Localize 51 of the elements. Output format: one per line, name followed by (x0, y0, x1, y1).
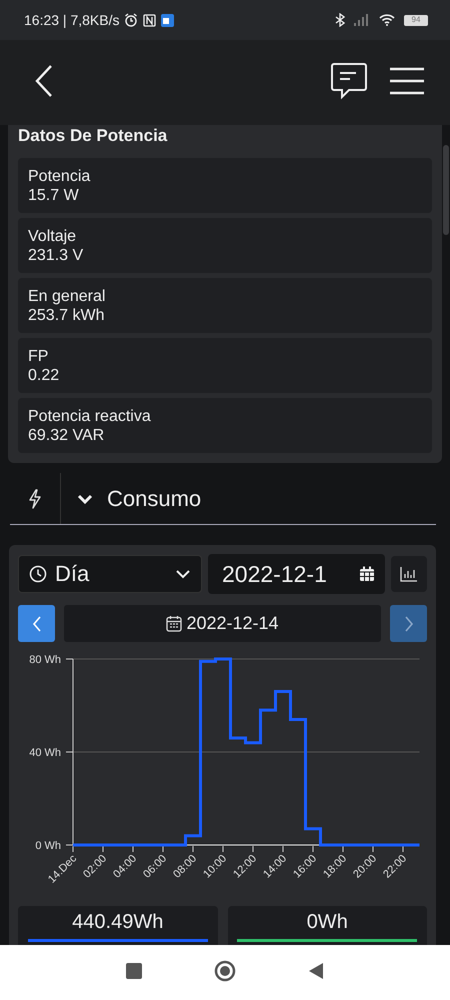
app-icon (161, 14, 174, 26)
bar-chart-icon (400, 566, 418, 582)
data-label: Voltaje (28, 227, 78, 246)
total-value: 0Wh (306, 911, 348, 934)
status-text: 16:23 | 7,8KB/s (24, 12, 120, 28)
alarm-icon (124, 13, 138, 27)
date-label: 2022-12-14 (186, 613, 279, 634)
data-value: 0.22 (28, 366, 60, 385)
section-title: Consumo (107, 486, 202, 512)
chevron-right-icon (404, 614, 414, 632)
data-label: Potencia (28, 167, 92, 186)
tick-mark (282, 846, 284, 852)
signal-icon (354, 14, 370, 26)
y-tick-label: 40 Wh (29, 747, 61, 759)
section-title: Datos De Potencia (18, 127, 168, 145)
tick-mark (132, 846, 134, 852)
data-value: 15.7 W (28, 186, 80, 205)
tick-mark (342, 846, 344, 852)
chevron-left-icon (32, 614, 42, 632)
data-value: 253.7 kWh (28, 306, 106, 325)
total-value: 440.49Wh (72, 911, 164, 934)
battery-icon: 94 (404, 14, 428, 26)
data-label: FP (28, 347, 50, 366)
chevron-icon[interactable] (77, 492, 93, 504)
tick-mark (102, 846, 104, 852)
clock-icon (29, 565, 47, 583)
calendar-icon (359, 566, 375, 582)
calendar-icon (166, 615, 182, 632)
tick-mark (66, 658, 74, 660)
tick-mark (252, 846, 254, 852)
tick-mark (162, 846, 164, 852)
period-select[interactable]: Día (18, 555, 202, 593)
caret-icon (175, 569, 191, 579)
y-tick-label: 0 Wh (35, 840, 61, 852)
y-tick-label: 80 Wh (29, 654, 61, 666)
recents-button[interactable] (126, 963, 142, 982)
tick-mark (372, 846, 374, 852)
lightning-icon (28, 488, 42, 508)
nfc-icon (143, 14, 156, 26)
bluetooth-icon (335, 13, 345, 27)
data-label: Potencia reactiva (28, 407, 152, 426)
data-value: 231.3 V (28, 246, 84, 265)
tick-mark (402, 846, 404, 852)
chart-button[interactable] (391, 556, 427, 592)
tick-mark (192, 846, 194, 852)
data-label: En general (28, 287, 106, 306)
data-value: 69.32 VAR (28, 426, 106, 445)
tick-mark (312, 846, 314, 852)
wifi-icon (379, 14, 395, 26)
tick-mark (222, 846, 224, 852)
date-input-field[interactable]: 2022-12-1 (208, 554, 385, 594)
